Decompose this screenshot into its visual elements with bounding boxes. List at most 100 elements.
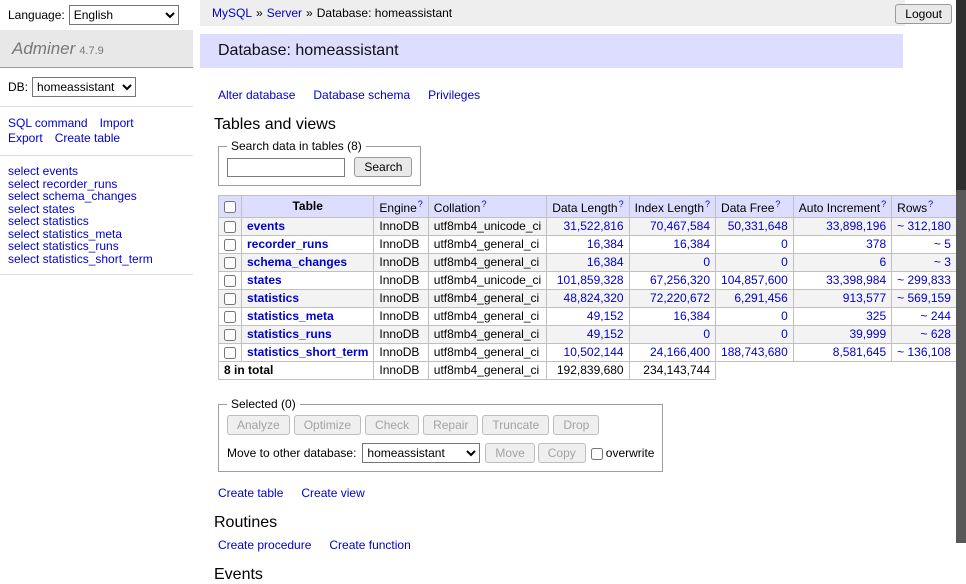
row-checkbox-statistics_meta[interactable] bbox=[224, 311, 236, 323]
auto-increment-link-statistics[interactable]: 913,577 bbox=[843, 291, 886, 305]
link-create-table[interactable]: Create table bbox=[218, 486, 283, 500]
table-link-statistics_runs[interactable]: statistics_runs bbox=[247, 327, 332, 341]
row-checkbox-recorder_runs[interactable] bbox=[224, 239, 236, 251]
table-link-statistics_short_term[interactable]: statistics_short_term bbox=[247, 345, 368, 359]
index-length-link-statistics_short_term[interactable]: 24,166,400 bbox=[650, 345, 710, 359]
help-icon[interactable]: ? bbox=[928, 199, 933, 209]
menu-link-export[interactable]: Export bbox=[8, 131, 43, 145]
help-icon[interactable]: ? bbox=[705, 199, 710, 209]
row-checkbox-statistics_runs[interactable] bbox=[224, 329, 236, 341]
auto-increment-link-statistics_short_term[interactable]: 8,581,645 bbox=[833, 345, 886, 359]
sidebar-item-select-schema-changes[interactable]: select schema_changes bbox=[8, 190, 185, 203]
overwrite-label[interactable]: overwrite bbox=[606, 446, 655, 460]
drop-button[interactable]: Drop bbox=[553, 415, 599, 435]
data-free-link-statistics_short_term[interactable]: 188,743,680 bbox=[721, 345, 788, 359]
data-length-link-statistics_meta[interactable]: 49,152 bbox=[587, 309, 624, 323]
menu-link-import[interactable]: Import bbox=[100, 116, 134, 130]
link-create-view[interactable]: Create view bbox=[301, 486, 364, 500]
sidebar-item-select-statistics-short-term[interactable]: select statistics_short_term bbox=[8, 253, 185, 266]
data-free-link-statistics_runs[interactable]: 0 bbox=[781, 327, 788, 341]
move-db-select[interactable]: homeassistant bbox=[362, 443, 480, 463]
data-length-link-recorder_runs[interactable]: 16,384 bbox=[587, 237, 624, 251]
rows-link-statistics[interactable]: ~ 569,159 bbox=[897, 291, 951, 305]
menu-link-sql-command[interactable]: SQL command bbox=[8, 116, 88, 130]
index-length-link-statistics[interactable]: 72,220,672 bbox=[650, 291, 710, 305]
rows-link-events[interactable]: ~ 312,180 bbox=[897, 219, 951, 233]
row-checkbox-schema_changes[interactable] bbox=[224, 257, 236, 269]
check-button[interactable]: Check bbox=[365, 415, 419, 435]
data-free-link-states[interactable]: 104,857,600 bbox=[721, 273, 788, 287]
row-checkbox-statistics[interactable] bbox=[224, 293, 236, 305]
data-free-link-schema_changes[interactable]: 0 bbox=[781, 255, 788, 269]
table-link-recorder_runs[interactable]: recorder_runs bbox=[247, 237, 328, 251]
repair-button[interactable]: Repair bbox=[423, 415, 478, 435]
overwrite-checkbox[interactable] bbox=[591, 448, 603, 460]
table-link-statistics[interactable]: statistics bbox=[247, 291, 299, 305]
optimize-button[interactable]: Optimize bbox=[294, 415, 361, 435]
select-all-checkbox[interactable] bbox=[224, 201, 236, 213]
action-database-schema[interactable]: Database schema bbox=[313, 88, 410, 102]
language-select[interactable]: English bbox=[69, 5, 179, 25]
index-length-link-statistics_meta[interactable]: 16,384 bbox=[673, 309, 710, 323]
rows-link-statistics_short_term[interactable]: ~ 136,108 bbox=[897, 345, 951, 359]
link-create-procedure[interactable]: Create procedure bbox=[218, 538, 311, 552]
index-length-link-schema_changes[interactable]: 0 bbox=[703, 255, 710, 269]
auto-increment-link-recorder_runs[interactable]: 378 bbox=[866, 237, 886, 251]
search-button[interactable]: Search bbox=[354, 157, 412, 177]
data-length-link-statistics_runs[interactable]: 49,152 bbox=[587, 327, 624, 341]
copy-button[interactable]: Copy bbox=[538, 443, 586, 463]
help-icon[interactable]: ? bbox=[418, 199, 423, 209]
auto-increment-link-schema_changes[interactable]: 6 bbox=[879, 255, 886, 269]
data-free-link-events[interactable]: 50,331,648 bbox=[728, 219, 788, 233]
table-link-events[interactable]: events bbox=[247, 219, 285, 233]
rows-link-statistics_runs[interactable]: ~ 628 bbox=[921, 327, 951, 341]
rows-link-recorder_runs[interactable]: ~ 5 bbox=[934, 237, 951, 251]
row-checkbox-states[interactable] bbox=[224, 275, 236, 287]
rows-link-schema_changes[interactable]: ~ 3 bbox=[934, 255, 951, 269]
data-free-link-statistics_meta[interactable]: 0 bbox=[781, 309, 788, 323]
action-alter-database[interactable]: Alter database bbox=[218, 88, 295, 102]
rows-link-states[interactable]: ~ 299,833 bbox=[897, 273, 951, 287]
data-length-link-statistics_short_term[interactable]: 10,502,144 bbox=[564, 345, 624, 359]
help-icon[interactable]: ? bbox=[881, 199, 886, 209]
search-input[interactable] bbox=[227, 158, 345, 177]
truncate-button[interactable]: Truncate bbox=[482, 415, 549, 435]
move-button[interactable]: Move bbox=[485, 443, 534, 463]
help-icon[interactable]: ? bbox=[481, 199, 486, 209]
index-length-link-states[interactable]: 67,256,320 bbox=[650, 273, 710, 287]
index-length-link-statistics_runs[interactable]: 0 bbox=[703, 327, 710, 341]
help-icon[interactable]: ? bbox=[619, 199, 624, 209]
table-link-schema_changes[interactable]: schema_changes bbox=[247, 255, 347, 269]
row-checkbox-events[interactable] bbox=[224, 221, 236, 233]
sidebar-item-select-statistics-runs[interactable]: select statistics_runs bbox=[8, 240, 185, 253]
help-icon[interactable]: ? bbox=[775, 199, 780, 209]
adminer-logo[interactable]: Adminer bbox=[12, 39, 75, 58]
sidebar-item-select-events[interactable]: select events bbox=[8, 165, 185, 178]
link-create-function[interactable]: Create function bbox=[329, 538, 410, 552]
scrollbar-thumb[interactable] bbox=[956, 0, 966, 190]
data-free-link-statistics[interactable]: 6,291,456 bbox=[734, 291, 787, 305]
breadcrumb-link-mysql[interactable]: MySQL bbox=[212, 6, 252, 20]
index-length-link-events[interactable]: 70,467,584 bbox=[650, 219, 710, 233]
table-link-statistics_meta[interactable]: statistics_meta bbox=[247, 309, 334, 323]
auto-increment-link-events[interactable]: 33,898,196 bbox=[826, 219, 886, 233]
data-length-link-statistics[interactable]: 48,824,320 bbox=[564, 291, 624, 305]
data-length-link-schema_changes[interactable]: 16,384 bbox=[587, 255, 624, 269]
data-length-link-events[interactable]: 31,522,816 bbox=[564, 219, 624, 233]
db-select[interactable]: homeassistant bbox=[32, 77, 136, 97]
auto-increment-link-statistics_meta[interactable]: 325 bbox=[866, 309, 886, 323]
row-checkbox-statistics_short_term[interactable] bbox=[224, 347, 236, 359]
data-length-link-states[interactable]: 101,859,328 bbox=[557, 273, 624, 287]
menu-link-create-table[interactable]: Create table bbox=[55, 131, 120, 145]
auto-increment-link-states[interactable]: 33,398,984 bbox=[826, 273, 886, 287]
scrollbar[interactable] bbox=[956, 0, 966, 543]
breadcrumb-link-server[interactable]: Server bbox=[267, 6, 302, 20]
index-length-link-recorder_runs[interactable]: 16,384 bbox=[673, 237, 710, 251]
action-privileges[interactable]: Privileges bbox=[428, 88, 480, 102]
logout-button[interactable]: Logout bbox=[895, 4, 952, 24]
analyze-button[interactable]: Analyze bbox=[227, 415, 290, 435]
rows-link-statistics_meta[interactable]: ~ 244 bbox=[921, 309, 951, 323]
auto-increment-link-statistics_runs[interactable]: 39,999 bbox=[849, 327, 886, 341]
sidebar-item-select-statistics[interactable]: select statistics bbox=[8, 215, 185, 228]
data-free-link-recorder_runs[interactable]: 0 bbox=[781, 237, 788, 251]
